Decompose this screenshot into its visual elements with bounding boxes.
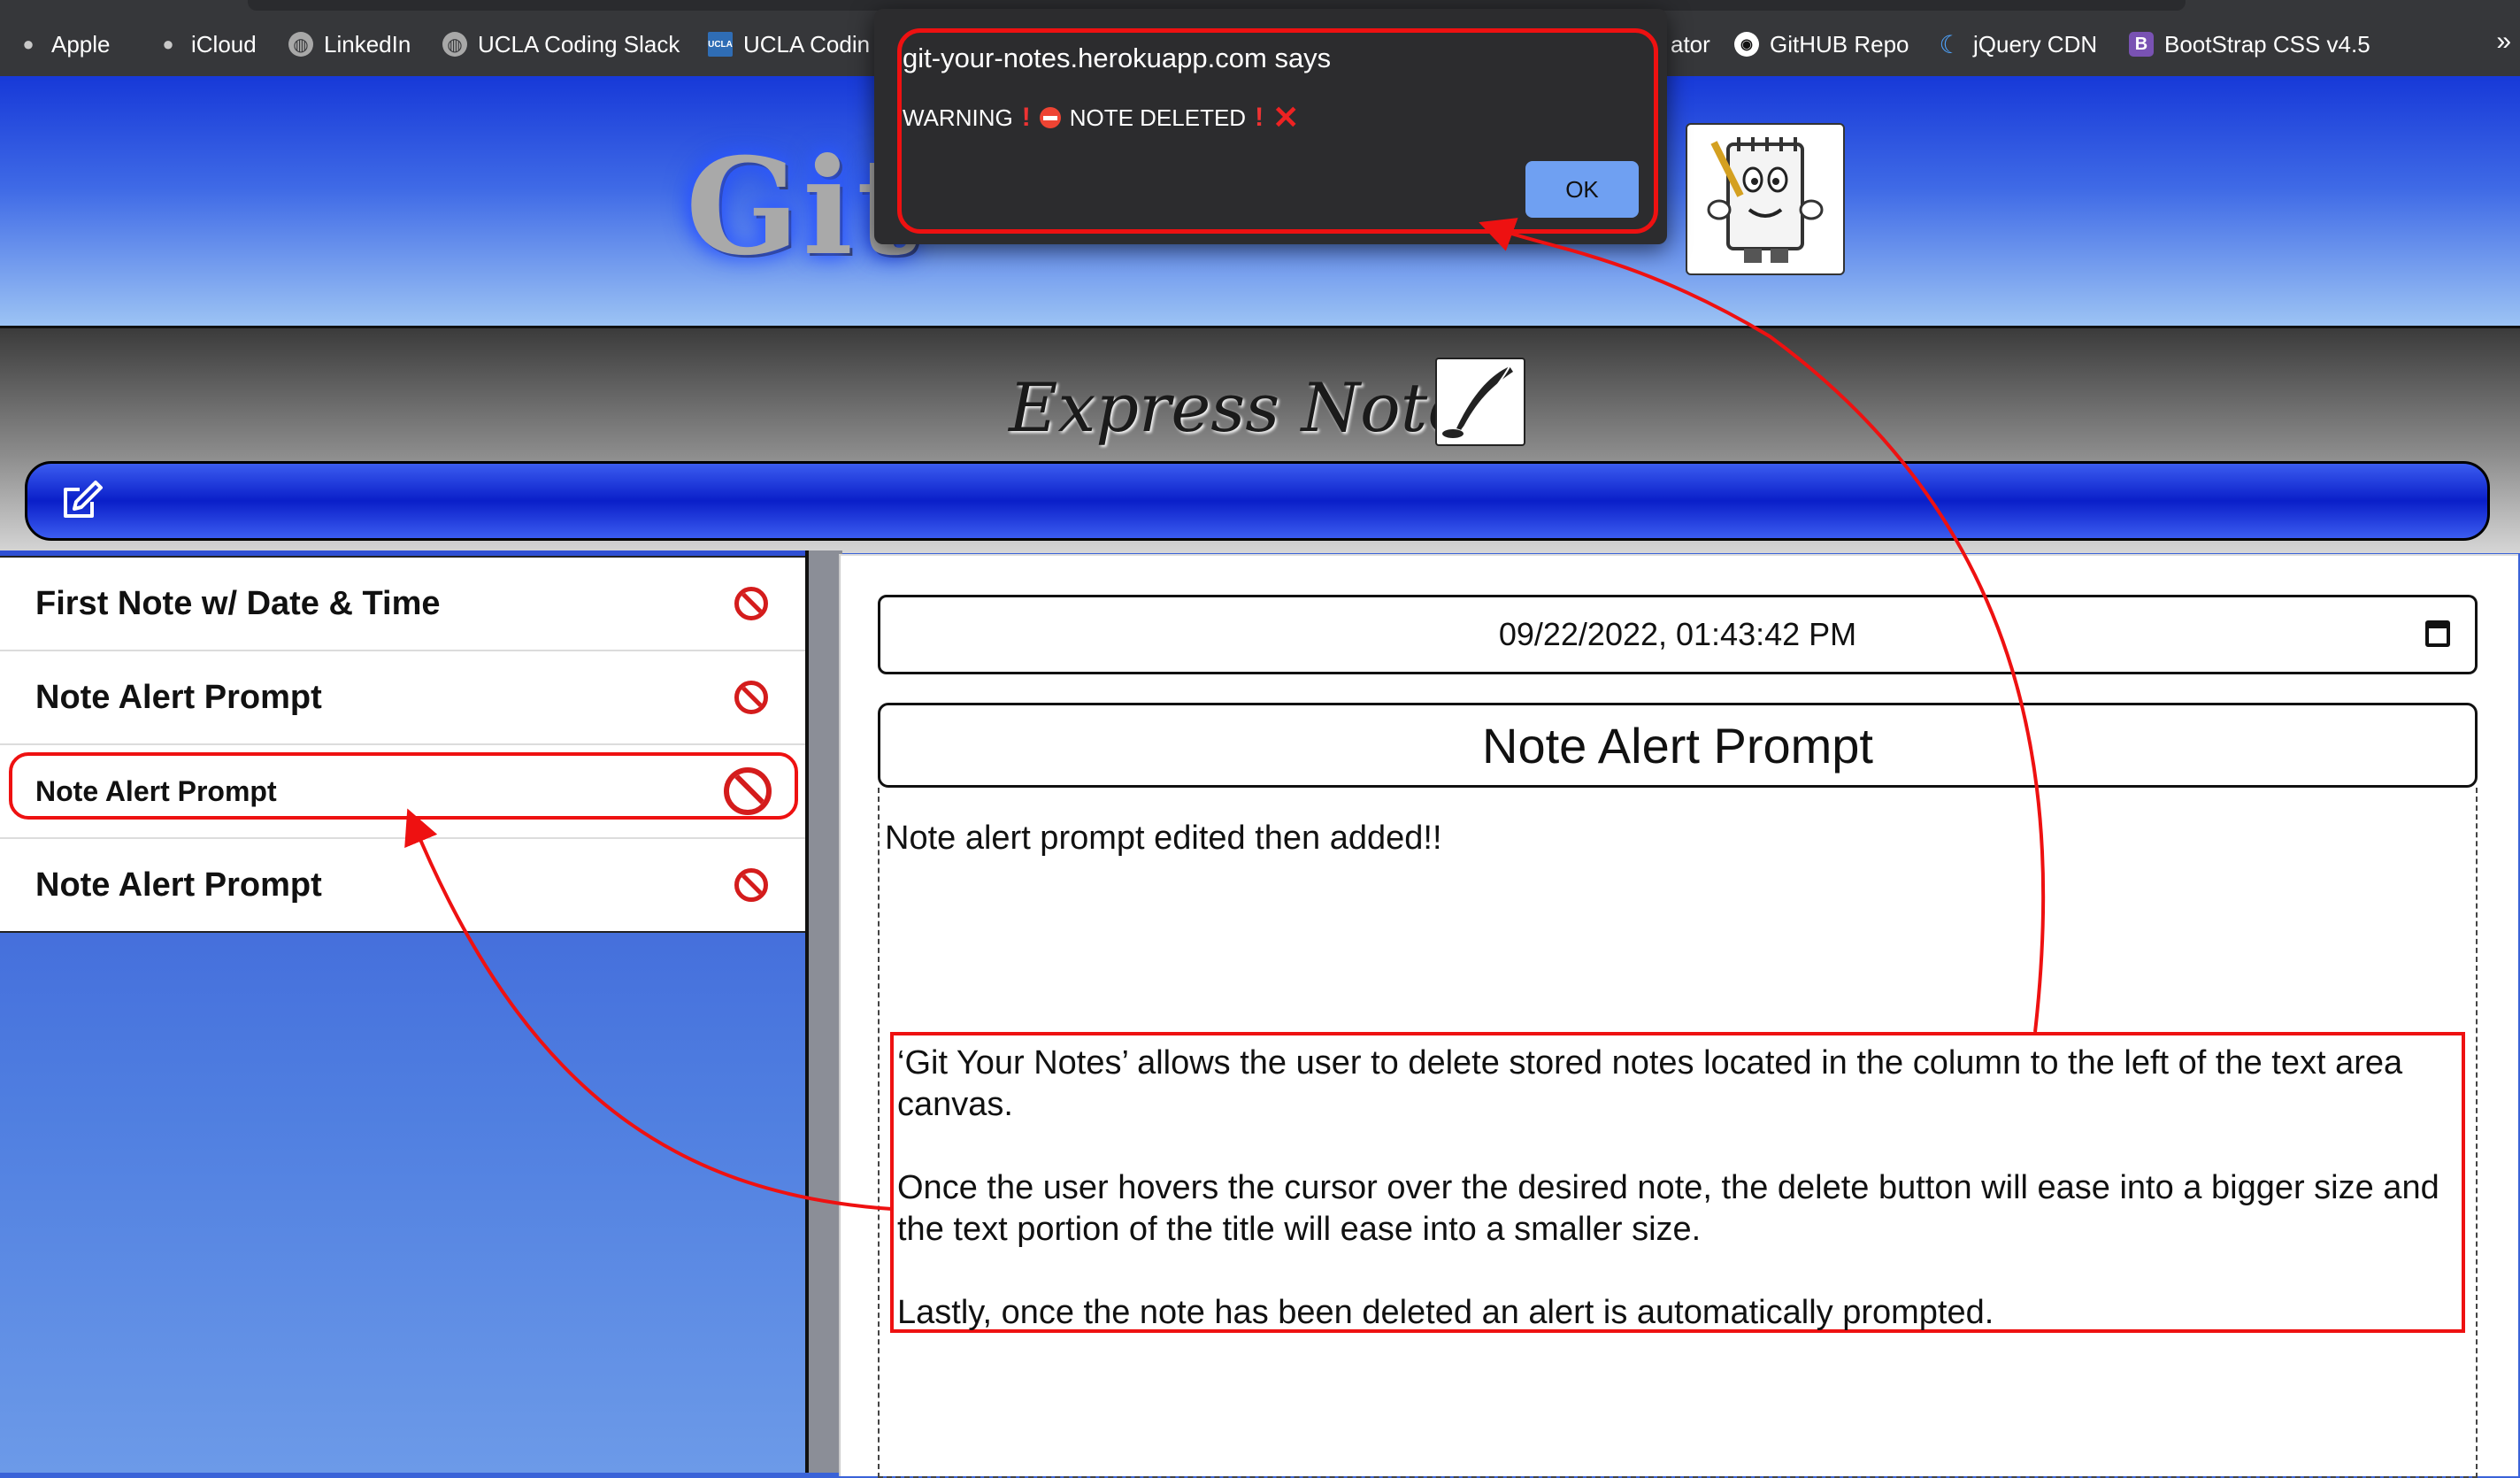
bookmark-label: UCLA Coding Slack	[478, 30, 680, 58]
jquery-icon: ☾	[1939, 30, 1962, 58]
exclamation-icon: !	[1255, 103, 1264, 132]
delete-icon[interactable]	[724, 767, 772, 815]
annotation-text: Once the user hovers the cursor over the…	[897, 1169, 2439, 1248]
annotation-text: Lastly, once the note has been deleted a…	[897, 1294, 1994, 1331]
note-list: First Note w/ Date & Time Note Alert Pro…	[0, 556, 807, 933]
note-title: Note Alert Prompt	[35, 866, 322, 904]
dialog-message: WARNING ! NOTE DELETED ! ✕	[903, 99, 1299, 136]
edit-icon	[64, 481, 103, 518]
title-value: Note Alert Prompt	[1482, 717, 1873, 774]
bookmark-label: LinkedIn	[324, 30, 411, 58]
date-value: 09/22/2022, 01:43:42 PM	[1498, 616, 1857, 652]
apple-icon: ●	[22, 33, 35, 55]
message-label: NOTE DELETED	[1069, 104, 1247, 131]
page-title: Express Notes	[1009, 368, 1502, 447]
delete-icon[interactable]	[734, 868, 768, 902]
note-title: First Note w/ Date & Time	[35, 584, 441, 622]
globe-icon: ◍	[288, 32, 313, 57]
bookmark-label: GitHUB Repo	[1770, 30, 1909, 58]
more-bookmarks-chevron[interactable]: »	[2496, 27, 2511, 57]
bookmark-label: ator	[1671, 30, 1710, 58]
list-item[interactable]: Note Alert Prompt	[0, 839, 805, 931]
bookmark-jquery-cdn[interactable]: ☾ jQuery CDN	[1938, 28, 2097, 60]
column-divider	[805, 550, 842, 1473]
exclamation-icon: !	[1021, 103, 1031, 132]
bookmark-linkedin[interactable]: ◍ LinkedIn	[288, 28, 411, 60]
quill-icon	[1435, 358, 1525, 446]
apple-icon: ●	[162, 33, 174, 55]
warning-label: WARNING	[903, 104, 1013, 131]
bootstrap-icon: B	[2129, 32, 2154, 57]
list-item[interactable]: First Note w/ Date & Time	[0, 558, 805, 651]
express-notes-band: Express Notes	[0, 326, 2520, 553]
bookmark-label: UCLA Codin	[743, 30, 871, 58]
ok-button[interactable]: OK	[1525, 161, 1639, 218]
note-title: Note Alert Prompt	[35, 774, 277, 807]
bookmark-label: BootStrap CSS v4.5	[2164, 30, 2370, 58]
ucla-icon: UCLA	[708, 32, 733, 57]
date-time-input[interactable]: 09/22/2022, 01:43:42 PM	[878, 595, 2478, 674]
note-title: Note Alert Prompt	[35, 678, 322, 716]
note-text: Note alert prompt edited then added!!	[885, 820, 1442, 857]
github-icon: ◉	[1734, 32, 1759, 57]
cross-mark-icon: ✕	[1272, 99, 1300, 135]
new-note-button[interactable]	[58, 476, 107, 526]
bookmark-github-repo[interactable]: ◉ GitHUB Repo	[1734, 28, 1909, 60]
delete-icon[interactable]	[734, 681, 768, 714]
bookmark-icloud[interactable]: ● iCloud	[156, 28, 257, 60]
nav-bar	[25, 461, 2490, 541]
bookmark-ucla-coding[interactable]: UCLA UCLA Codin	[708, 28, 870, 60]
notepad-mascot-icon	[1686, 123, 1845, 275]
bookmark-ucla-slack[interactable]: ◍ UCLA Coding Slack	[442, 28, 680, 60]
notes-column: First Note w/ Date & Time Note Alert Pro…	[0, 550, 807, 1473]
list-item-hovered[interactable]: Note Alert Prompt	[0, 745, 805, 839]
annotation-text: ‘Git Your Notes’ allows the user to dele…	[897, 1044, 2403, 1123]
calendar-icon[interactable]	[2425, 620, 2450, 647]
bookmark-label: Apple	[51, 30, 111, 58]
list-item[interactable]: Note Alert Prompt	[0, 651, 805, 745]
alert-dialog: git-your-notes.herokuapp.com says WARNIN…	[874, 9, 1667, 244]
bookmark-label: iCloud	[191, 30, 257, 58]
no-entry-icon	[1039, 107, 1061, 128]
delete-icon[interactable]	[734, 587, 768, 620]
bookmark-label: jQuery CDN	[1973, 30, 2098, 58]
dialog-origin: git-your-notes.herokuapp.com says	[903, 42, 1332, 73]
note-editor: 09/22/2022, 01:43:42 PM Note Alert Promp…	[839, 554, 2518, 1478]
bookmark-apple[interactable]: ● Apple	[16, 28, 111, 60]
annotation-callout: ‘Git Your Notes’ allows the user to dele…	[890, 1032, 2465, 1333]
bookmark-bootstrap[interactable]: B BootStrap CSS v4.5	[2129, 28, 2370, 60]
note-title-input[interactable]: Note Alert Prompt	[878, 703, 2478, 788]
bookmark-partial[interactable]: ator	[1671, 28, 1710, 60]
globe-icon: ◍	[442, 32, 467, 57]
